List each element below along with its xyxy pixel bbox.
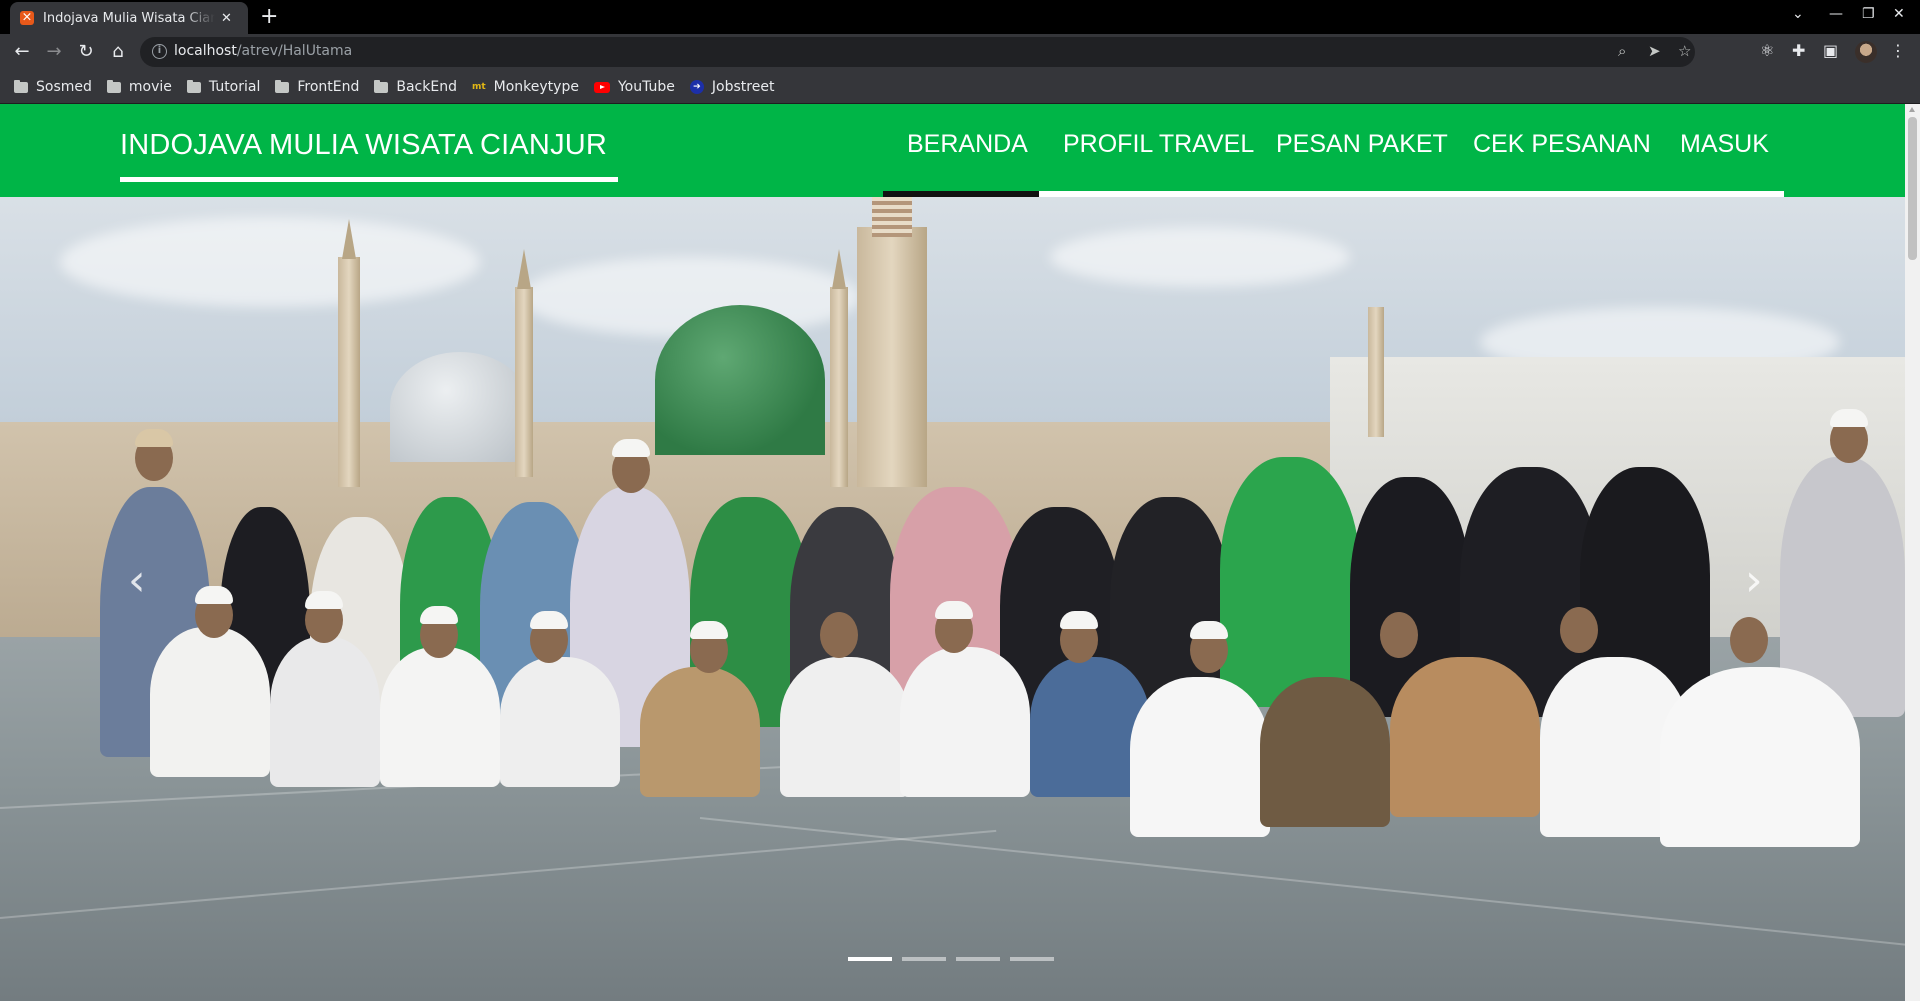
restore-icon[interactable]: ❐ bbox=[1862, 6, 1875, 22]
bookmark-youtube[interactable]: YouTube bbox=[593, 79, 675, 95]
folder-icon bbox=[14, 79, 28, 93]
site-brand[interactable]: INDOJAVA MULIA WISATA CIANJUR bbox=[120, 129, 607, 162]
monkeytype-icon: mt bbox=[471, 82, 486, 92]
extensions-icon[interactable]: ✚ bbox=[1792, 41, 1805, 60]
zoom-icon[interactable]: ⌕ bbox=[1618, 42, 1626, 60]
carousel-indicator-1[interactable] bbox=[848, 957, 892, 961]
bookmark-sosmed[interactable]: Sosmed bbox=[14, 79, 92, 95]
close-icon[interactable]: ✕ bbox=[221, 11, 232, 26]
close-window-icon[interactable]: ✕ bbox=[1893, 6, 1905, 22]
bookmark-frontend[interactable]: FrontEnd bbox=[275, 79, 359, 95]
site-info-icon[interactable]: i bbox=[152, 44, 167, 59]
nav-beranda[interactable]: BERANDA bbox=[907, 130, 1028, 159]
carousel-next-icon[interactable]: › bbox=[1745, 555, 1763, 606]
bookmarks-bar: Sosmed movie Tutorial FrontEnd BackEnd m… bbox=[0, 71, 1920, 104]
chevron-down-icon[interactable]: ⌄ bbox=[1792, 6, 1804, 22]
folder-icon bbox=[106, 79, 121, 93]
bookmark-monkeytype[interactable]: mt Monkeytype bbox=[472, 79, 579, 95]
folder-icon bbox=[186, 79, 201, 93]
carousel-indicator-2[interactable] bbox=[902, 957, 946, 961]
xampp-icon: ⨉ bbox=[20, 11, 34, 25]
more-menu-icon[interactable]: ⋮ bbox=[1890, 41, 1906, 60]
nav-profil-travel[interactable]: PROFIL TRAVEL bbox=[1063, 130, 1254, 159]
page-scrollbar[interactable] bbox=[1905, 104, 1920, 1001]
tab-title: Indojava Mulia Wisata Cianjur bbox=[43, 10, 215, 26]
back-icon[interactable]: ← bbox=[10, 40, 34, 64]
carousel-slide-image bbox=[0, 197, 1905, 1001]
home-icon[interactable]: ⌂ bbox=[106, 40, 130, 64]
bookmark-jobstreet[interactable]: ➔ Jobstreet bbox=[689, 79, 774, 95]
carousel-indicators bbox=[848, 957, 1054, 961]
bookmark-star-icon[interactable]: ☆ bbox=[1678, 42, 1691, 60]
bookmark-backend[interactable]: BackEnd bbox=[374, 79, 457, 95]
brand-underline bbox=[120, 177, 618, 182]
folder-icon bbox=[374, 79, 389, 93]
nav-cek-pesanan[interactable]: CEK PESANAN bbox=[1473, 130, 1651, 159]
nav-masuk[interactable]: MASUK bbox=[1680, 130, 1769, 159]
browser-toolbar: ← → ↻ ⌂ i localhost/atrev/HalUtama ⌕ ➤ ☆… bbox=[0, 34, 1920, 71]
address-url[interactable]: localhost/atrev/HalUtama bbox=[174, 43, 352, 59]
forward-icon[interactable]: → bbox=[42, 40, 66, 64]
nav-pesan-paket[interactable]: PESAN PAKET bbox=[1276, 130, 1448, 159]
minimize-icon[interactable]: — bbox=[1829, 6, 1843, 22]
address-bar[interactable]: i localhost/atrev/HalUtama ⌕ ➤ ☆ bbox=[140, 37, 1695, 67]
carousel-prev-icon[interactable]: ‹ bbox=[128, 555, 146, 606]
reload-icon[interactable]: ↻ bbox=[74, 40, 98, 64]
page-viewport: INDOJAVA MULIA WISATA CIANJUR BERANDA PR… bbox=[0, 104, 1905, 1001]
folder-icon bbox=[275, 79, 290, 93]
browser-tab-strip: ⨉ Indojava Mulia Wisata Cianjur ✕ + ⌄ — … bbox=[0, 0, 1920, 34]
site-navbar: INDOJAVA MULIA WISATA CIANJUR BERANDA PR… bbox=[0, 104, 1905, 197]
react-devtools-icon[interactable]: ⚛ bbox=[1760, 41, 1774, 60]
send-icon[interactable]: ➤ bbox=[1648, 42, 1661, 60]
hero-carousel: ‹ › bbox=[0, 197, 1905, 1001]
youtube-icon bbox=[593, 81, 610, 93]
side-panel-icon[interactable]: ▣ bbox=[1823, 41, 1838, 60]
carousel-indicator-4[interactable] bbox=[1010, 957, 1054, 961]
jobstreet-icon: ➔ bbox=[689, 80, 704, 94]
profile-avatar[interactable] bbox=[1855, 41, 1877, 63]
scrollbar-thumb[interactable] bbox=[1908, 117, 1917, 260]
new-tab-icon[interactable]: + bbox=[260, 4, 278, 30]
scroll-up-icon[interactable] bbox=[1909, 107, 1915, 112]
bookmark-tutorial[interactable]: Tutorial bbox=[186, 79, 260, 95]
bookmark-movie[interactable]: movie bbox=[106, 79, 172, 95]
browser-tab[interactable]: ⨉ Indojava Mulia Wisata Cianjur ✕ bbox=[10, 2, 248, 34]
carousel-indicator-3[interactable] bbox=[956, 957, 1000, 961]
